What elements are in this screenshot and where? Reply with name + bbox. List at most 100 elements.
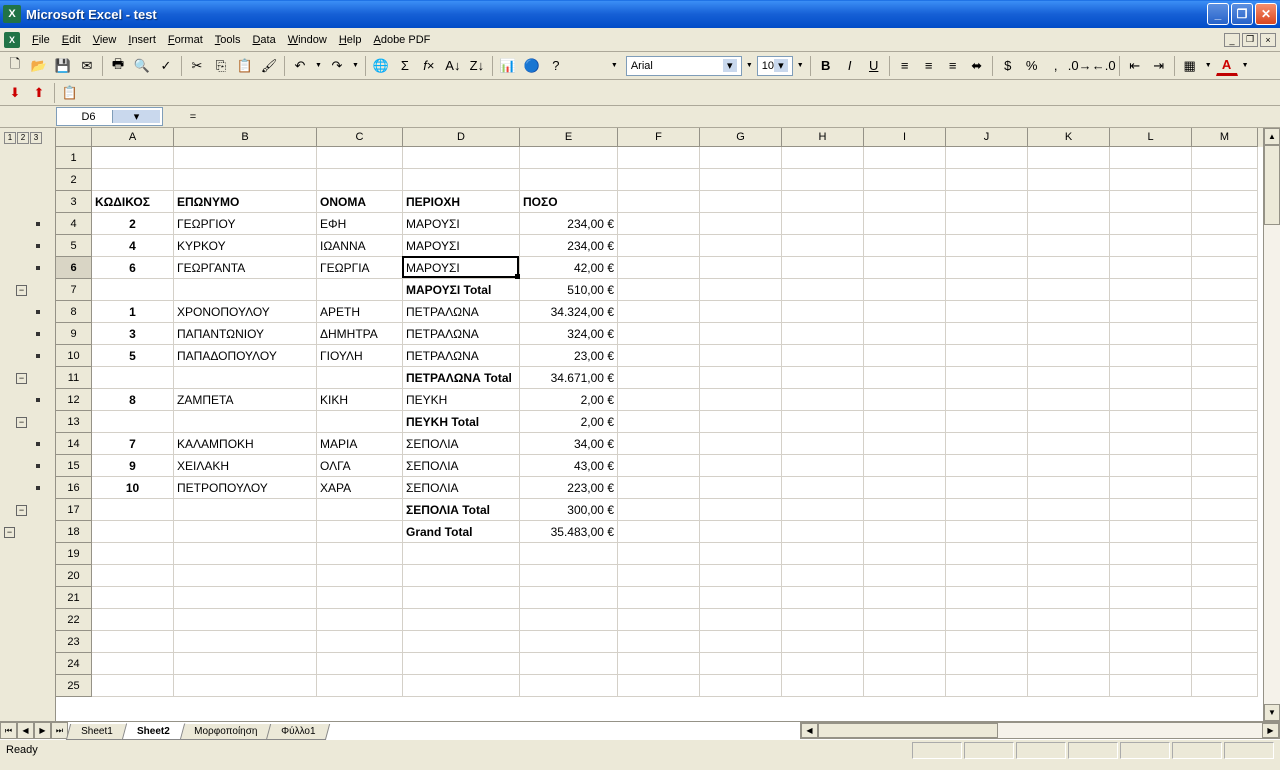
cell-M3[interactable] [1192, 191, 1258, 213]
horizontal-scrollbar[interactable]: ◀ ▶ [800, 722, 1280, 739]
cell-G25[interactable] [700, 675, 782, 697]
tab-prev-icon[interactable]: ◀ [17, 722, 34, 739]
cell-D11[interactable]: ΠΕΤΡΑΛΩΝΑ Total [403, 367, 520, 389]
cell-J19[interactable] [946, 543, 1028, 565]
col-header-I[interactable]: I [864, 128, 946, 147]
row-header-14[interactable]: 14 [56, 433, 92, 455]
cell-B24[interactable] [174, 653, 317, 675]
cell-I8[interactable] [864, 301, 946, 323]
cell-H13[interactable] [782, 411, 864, 433]
cell-M16[interactable] [1192, 477, 1258, 499]
cell-D16[interactable]: ΣΕΠΟΛΙΑ [403, 477, 520, 499]
cell-K18[interactable] [1028, 521, 1110, 543]
cell-E20[interactable] [520, 565, 618, 587]
cell-H3[interactable] [782, 191, 864, 213]
cell-L18[interactable] [1110, 521, 1192, 543]
menu-help[interactable]: Help [333, 30, 368, 50]
cell-L21[interactable] [1110, 587, 1192, 609]
cell-D19[interactable] [403, 543, 520, 565]
cell-J4[interactable] [946, 213, 1028, 235]
paste-icon[interactable]: 📋 [234, 55, 256, 77]
merge-icon[interactable]: ⬌ [966, 55, 988, 77]
increase-indent-icon[interactable]: ⇥ [1148, 55, 1170, 77]
cell-G4[interactable] [700, 213, 782, 235]
cell-C2[interactable] [317, 169, 403, 191]
cell-C3[interactable]: ΟΝΟΜΑ [317, 191, 403, 213]
sort-desc-icon[interactable]: Z↓ [466, 55, 488, 77]
cell-J17[interactable] [946, 499, 1028, 521]
select-all-corner[interactable] [56, 128, 92, 147]
cell-B16[interactable]: ΠΕΤΡΟΠΟΥΛΟΥ [174, 477, 317, 499]
row-header-11[interactable]: 11 [56, 367, 92, 389]
scroll-down-icon[interactable]: ▼ [1264, 704, 1280, 721]
row-header-1[interactable]: 1 [56, 147, 92, 169]
cell-F21[interactable] [618, 587, 700, 609]
decrease-decimal-icon[interactable]: ←.0 [1093, 55, 1115, 77]
cell-H12[interactable] [782, 389, 864, 411]
open-icon[interactable]: 📂 [28, 55, 50, 77]
save-icon[interactable]: 💾 [52, 55, 74, 77]
cell-F25[interactable] [618, 675, 700, 697]
cell-J20[interactable] [946, 565, 1028, 587]
cell-D25[interactable] [403, 675, 520, 697]
cell-H4[interactable] [782, 213, 864, 235]
cell-F22[interactable] [618, 609, 700, 631]
sort-asc-icon[interactable]: A↓ [442, 55, 464, 77]
cell-E9[interactable]: 324,00 € [520, 323, 618, 345]
row-header-21[interactable]: 21 [56, 587, 92, 609]
cell-F16[interactable] [618, 477, 700, 499]
cell-H7[interactable] [782, 279, 864, 301]
cell-B9[interactable]: ΠΑΠΑΝΤΩΝΙΟΥ [174, 323, 317, 345]
cell-L14[interactable] [1110, 433, 1192, 455]
cell-C21[interactable] [317, 587, 403, 609]
row-header-24[interactable]: 24 [56, 653, 92, 675]
cell-E15[interactable]: 43,00 € [520, 455, 618, 477]
cell-B19[interactable] [174, 543, 317, 565]
cell-M17[interactable] [1192, 499, 1258, 521]
autosum-icon[interactable]: Σ [394, 55, 416, 77]
cell-C13[interactable] [317, 411, 403, 433]
cell-M24[interactable] [1192, 653, 1258, 675]
cell-M22[interactable] [1192, 609, 1258, 631]
chevron-down-icon[interactable]: ▾ [723, 59, 737, 72]
cell-M15[interactable] [1192, 455, 1258, 477]
tab-last-icon[interactable]: ⏭ [51, 722, 68, 739]
cell-L3[interactable] [1110, 191, 1192, 213]
cell-F15[interactable] [618, 455, 700, 477]
cell-I14[interactable] [864, 433, 946, 455]
cell-G19[interactable] [700, 543, 782, 565]
cell-M7[interactable] [1192, 279, 1258, 301]
cell-I23[interactable] [864, 631, 946, 653]
cell-I13[interactable] [864, 411, 946, 433]
cell-G7[interactable] [700, 279, 782, 301]
font-size-selector[interactable]: 10▾ [757, 56, 793, 76]
cell-F4[interactable] [618, 213, 700, 235]
cell-D17[interactable]: ΣΕΠΟΛΙΑ Total [403, 499, 520, 521]
cell-E23[interactable] [520, 631, 618, 653]
cell-M2[interactable] [1192, 169, 1258, 191]
cell-K24[interactable] [1028, 653, 1110, 675]
size-dropdown-icon[interactable]: ▼ [795, 62, 806, 69]
cell-E24[interactable] [520, 653, 618, 675]
cell-B22[interactable] [174, 609, 317, 631]
row-header-3[interactable]: 3 [56, 191, 92, 213]
cell-J9[interactable] [946, 323, 1028, 345]
cell-K13[interactable] [1028, 411, 1110, 433]
undo-dropdown-icon[interactable]: ▼ [313, 62, 324, 69]
cell-C22[interactable] [317, 609, 403, 631]
italic-button[interactable]: I [839, 55, 861, 77]
cell-M1[interactable] [1192, 147, 1258, 169]
cell-H2[interactable] [782, 169, 864, 191]
font-name-selector[interactable]: Arial▾ [626, 56, 742, 76]
cell-M20[interactable] [1192, 565, 1258, 587]
col-header-K[interactable]: K [1028, 128, 1110, 147]
cell-H8[interactable] [782, 301, 864, 323]
cell-E12[interactable]: 2,00 € [520, 389, 618, 411]
cell-A25[interactable] [92, 675, 174, 697]
cell-B11[interactable] [174, 367, 317, 389]
cell-K23[interactable] [1028, 631, 1110, 653]
cell-C18[interactable] [317, 521, 403, 543]
cell-K8[interactable] [1028, 301, 1110, 323]
cell-J24[interactable] [946, 653, 1028, 675]
cell-C25[interactable] [317, 675, 403, 697]
